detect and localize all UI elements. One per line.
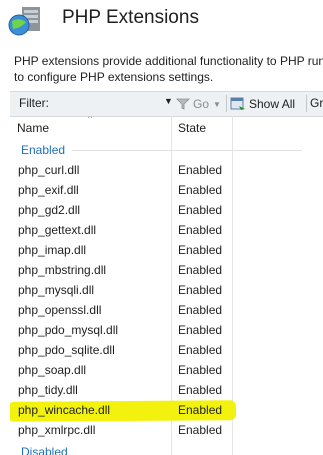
extension-state: Enabled (178, 383, 223, 397)
table-row[interactable]: php_wincache.dll Enabled (10, 400, 323, 422)
show-all-icon (230, 97, 245, 110)
go-dropdown-icon: ▼ (213, 99, 221, 109)
column-header-row: Name ^ State (10, 116, 323, 138)
column-header-state[interactable]: State (178, 121, 206, 135)
table-row[interactable]: php_soap.dll Enabled (10, 360, 323, 380)
group-label-disabled: Disabled (21, 445, 68, 455)
extension-name: php_openssl.dll (18, 303, 102, 317)
column-header-name[interactable]: Name (17, 121, 49, 135)
extension-name: php_gd2.dll (18, 203, 81, 217)
extension-state: Enabled (178, 303, 223, 317)
table-row[interactable]: php_openssl.dll Enabled (10, 300, 323, 320)
extensions-grid: Name ^ State Enabled php_curl.dll Enabled… (10, 116, 323, 455)
go-label: Go (193, 97, 210, 111)
extension-state: Enabled (178, 403, 223, 417)
toolbar-divider (306, 95, 307, 112)
table-row[interactable]: php_gd2.dll Enabled (10, 200, 323, 220)
group-header-enabled[interactable]: Enabled (10, 141, 323, 159)
group-separator-line (72, 150, 302, 151)
extension-state: Enabled (178, 363, 223, 377)
description-line-1: PHP extensions provide additional functi… (14, 54, 323, 68)
filter-label: Filter: (19, 96, 49, 110)
toolbar-divider (226, 95, 227, 112)
table-row[interactable]: php_imap.dll Enabled (10, 240, 323, 260)
extension-name: php_imap.dll (18, 243, 87, 257)
extension-name: php_curl.dll (18, 163, 80, 177)
extensions-list: php_curl.dll Enabled php_exif.dll Enabled ph… (10, 160, 323, 440)
group-label-enabled: Enabled (21, 143, 66, 157)
show-all-button[interactable]: Show All (230, 94, 295, 114)
funnel-icon (176, 98, 190, 110)
extension-name: php_exif.dll (18, 183, 79, 197)
table-row[interactable]: php_curl.dll Enabled (10, 160, 323, 180)
page-description: PHP extensions provide additional functi… (14, 53, 323, 85)
extension-name: php_mbstring.dll (18, 263, 107, 277)
table-row[interactable]: php_tidy.dll Enabled (10, 380, 323, 400)
show-all-label: Show All (249, 97, 296, 111)
extension-state: Enabled (178, 283, 223, 297)
filter-toolbar: Filter: ▼ Go ▼ Show All Gr (10, 91, 323, 117)
sort-ascending-icon: ^ (88, 116, 93, 123)
description-line-2: to configure PHP extensions settings. (14, 70, 214, 84)
extension-state: Enabled (178, 423, 223, 437)
group-by-button[interactable]: Gr (310, 96, 323, 110)
extension-name: php_xmlrpc.dll (18, 423, 96, 437)
extension-state: Enabled (178, 183, 223, 197)
php-manager-icon (8, 5, 46, 39)
extension-state: Enabled (178, 163, 223, 177)
table-row[interactable]: php_gettext.dll Enabled (10, 220, 323, 240)
table-row[interactable]: php_pdo_sqlite.dll Enabled (10, 340, 323, 360)
extension-state: Enabled (178, 243, 223, 257)
table-row[interactable]: php_mbstring.dll Enabled (10, 260, 323, 280)
filter-input[interactable] (61, 95, 173, 111)
extension-name: php_soap.dll (18, 363, 87, 377)
page-header: PHP Extensions (0, 0, 323, 44)
extension-name: php_mysqli.dll (18, 283, 95, 297)
extension-state: Enabled (178, 323, 223, 337)
table-row[interactable]: php_exif.dll Enabled (10, 180, 323, 200)
extension-name: php_wincache.dll (18, 403, 111, 417)
extension-name: php_gettext.dll (18, 223, 97, 237)
filter-dropdown-icon[interactable]: ▼ (164, 96, 173, 106)
extension-name: php_tidy.dll (18, 383, 78, 397)
page-title: PHP Extensions (62, 7, 199, 28)
table-row[interactable]: php_pdo_mysql.dll Enabled (10, 320, 323, 340)
extension-state: Enabled (178, 203, 223, 217)
extension-state: Enabled (178, 343, 223, 357)
extension-state: Enabled (178, 223, 223, 237)
extension-name: php_pdo_sqlite.dll (18, 343, 115, 357)
group-header-disabled[interactable]: Disabled (10, 445, 323, 455)
go-button[interactable]: Go ▼ (176, 94, 221, 114)
table-row[interactable]: php_xmlrpc.dll Enabled (10, 420, 323, 440)
table-row[interactable]: php_mysqli.dll Enabled (10, 280, 323, 300)
extension-state: Enabled (178, 263, 223, 277)
extension-name: php_pdo_mysql.dll (18, 323, 119, 337)
